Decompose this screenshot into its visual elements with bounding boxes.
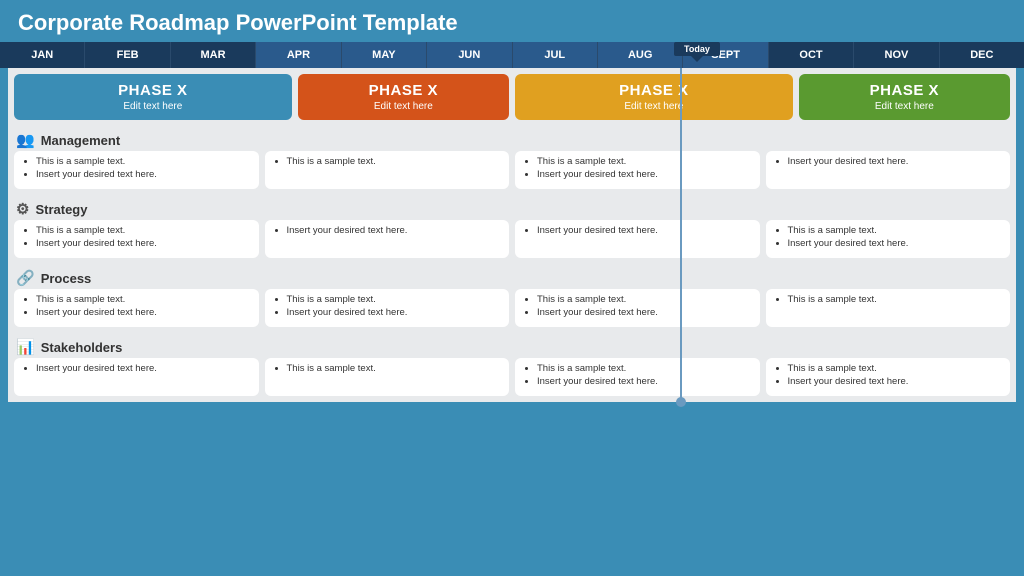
strategy-data-row: This is a sample text.Insert your desire…	[14, 220, 1010, 258]
month-oct: OCT	[769, 42, 854, 68]
phase-row: PHASE X Edit text here PHASE X Edit text…	[8, 68, 1016, 126]
management-cell-3: This is a sample text.Insert your desire…	[515, 151, 760, 189]
stakeholders-cell-2: This is a sample text.	[265, 358, 510, 396]
month-may: MAY	[342, 42, 427, 68]
management-header: 👥 Management	[14, 128, 1010, 151]
content-area: PHASE X Edit text here PHASE X Edit text…	[8, 68, 1016, 402]
strategy-cell-4: This is a sample text.Insert your desire…	[766, 220, 1011, 258]
today-flag: Today	[674, 42, 720, 56]
strategy-section: ⚙ Strategy This is a sample text.Insert …	[8, 195, 1016, 264]
stakeholders-cell-4: This is a sample text.Insert your desire…	[766, 358, 1011, 396]
management-icon: 👥	[16, 131, 35, 149]
phase-3: PHASE X Edit text here	[515, 74, 793, 120]
month-aug: AUG	[598, 42, 683, 68]
management-cell-4: Insert your desired text here.	[766, 151, 1011, 189]
process-label: Process	[41, 271, 92, 286]
strategy-label: Strategy	[35, 202, 87, 217]
strategy-cell-1: This is a sample text.Insert your desire…	[14, 220, 259, 258]
stakeholders-label: Stakeholders	[41, 340, 123, 355]
month-apr: APR	[256, 42, 341, 68]
management-label: Management	[41, 133, 120, 148]
process-section: 🔗 Process This is a sample text.Insert y…	[8, 264, 1016, 333]
process-cell-1: This is a sample text.Insert your desire…	[14, 289, 259, 327]
process-header: 🔗 Process	[14, 266, 1010, 289]
stakeholders-data-row: Insert your desired text here. This is a…	[14, 358, 1010, 396]
process-cell-4: This is a sample text.	[766, 289, 1011, 327]
month-feb: FEB	[85, 42, 170, 68]
stakeholders-cell-1: Insert your desired text here.	[14, 358, 259, 396]
process-icon: 🔗	[16, 269, 35, 287]
month-mar: MAR	[171, 42, 256, 68]
stakeholders-section: 📊 Stakeholders Insert your desired text …	[8, 333, 1016, 402]
timeline-header: JAN FEB MAR APR MAY JUN JUL AUG SEPT OCT…	[0, 42, 1024, 68]
strategy-header: ⚙ Strategy	[14, 197, 1010, 220]
management-cell-1: This is a sample text.Insert your desire…	[14, 151, 259, 189]
process-cell-3: This is a sample text.Insert your desire…	[515, 289, 760, 327]
strategy-icon: ⚙	[16, 200, 29, 218]
stakeholders-cell-3: This is a sample text.Insert your desire…	[515, 358, 760, 396]
month-dec: DEC	[940, 42, 1024, 68]
process-data-row: This is a sample text.Insert your desire…	[14, 289, 1010, 327]
strategy-cell-2: Insert your desired text here.	[265, 220, 510, 258]
month-jun: JUN	[427, 42, 512, 68]
phase-4: PHASE X Edit text here	[799, 74, 1010, 120]
process-cell-2: This is a sample text.Insert your desire…	[265, 289, 510, 327]
management-cell-2: This is a sample text.	[265, 151, 510, 189]
management-section: 👥 Management This is a sample text. Inser…	[8, 126, 1016, 195]
month-nov: NOV	[854, 42, 939, 68]
main-title: Corporate Roadmap PowerPoint Template	[0, 0, 1024, 42]
stakeholders-icon: 📊	[16, 338, 35, 356]
month-jul: JUL	[513, 42, 598, 68]
month-jan: JAN	[0, 42, 85, 68]
today-line	[680, 68, 682, 402]
stakeholders-header: 📊 Stakeholders	[14, 335, 1010, 358]
strategy-cell-3: Insert your desired text here.	[515, 220, 760, 258]
phase-1: PHASE X Edit text here	[14, 74, 292, 120]
phase-2: PHASE X Edit text here	[298, 74, 509, 120]
management-data-row: This is a sample text. Insert your desire…	[14, 151, 1010, 189]
